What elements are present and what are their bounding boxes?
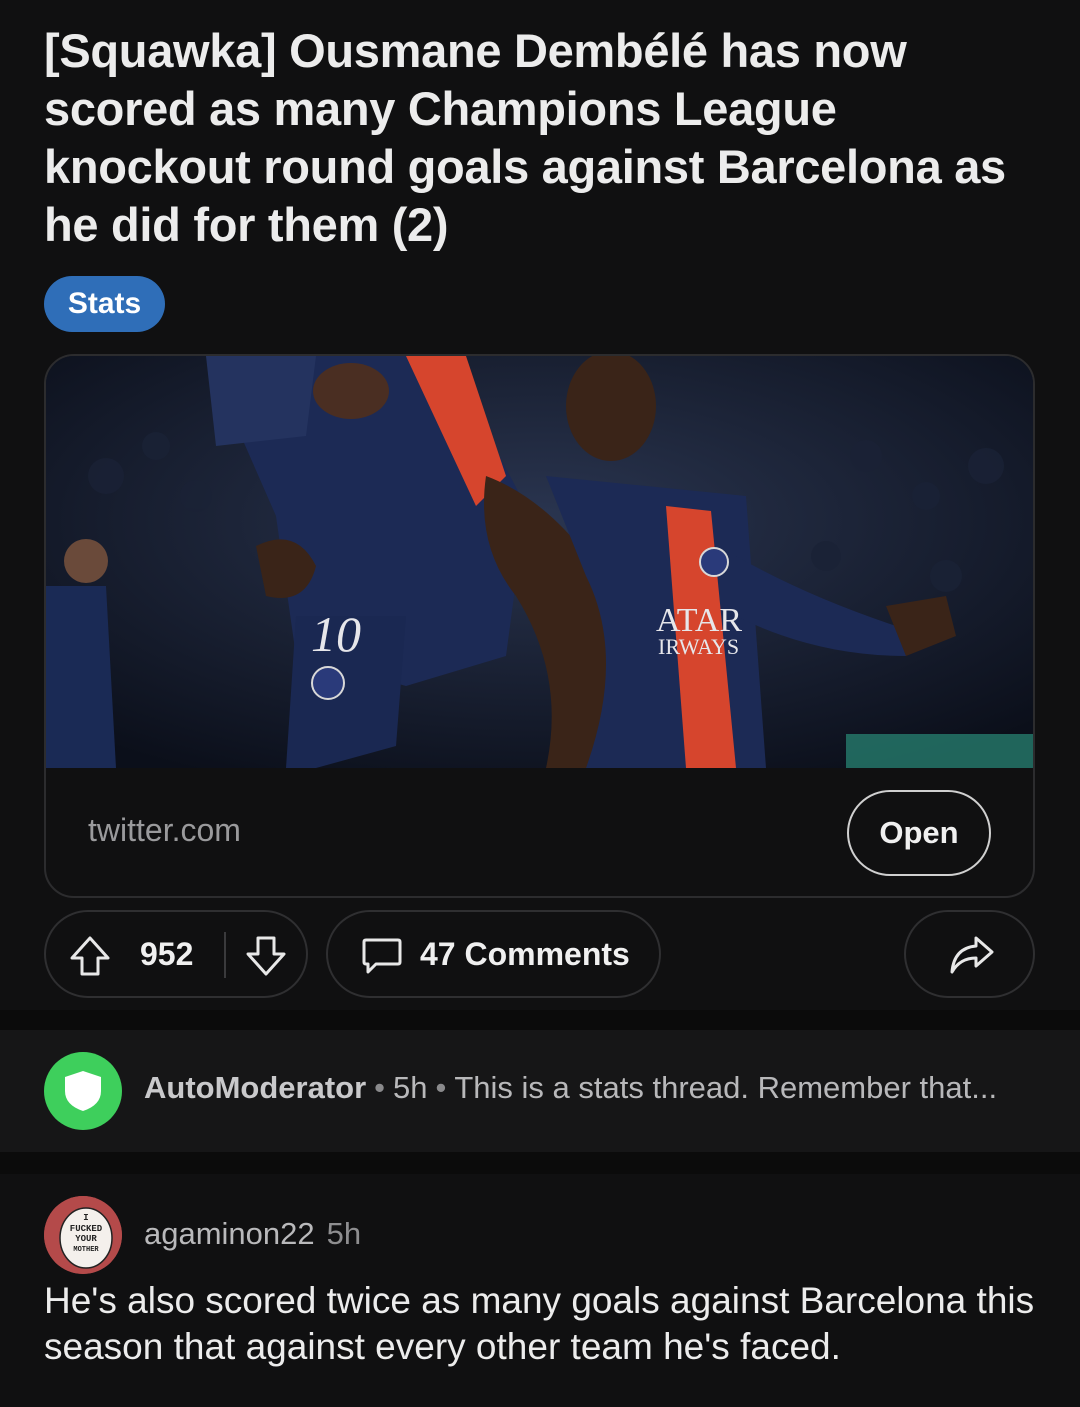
automod-preview: This is a stats thread. Remember that... — [454, 1070, 998, 1105]
section-divider — [0, 1152, 1080, 1174]
post-container: [Squawka] Ousmane Dembélé has now scored… — [0, 0, 1080, 1030]
post-title[interactable]: [Squawka] Ousmane Dembélé has now scored… — [44, 22, 1044, 254]
automod-time: 5h — [393, 1070, 428, 1105]
avatar-artwork: I FUCKED YOUR MOTHER — [44, 1196, 122, 1274]
post-actions-bar: 952 47 Comments — [0, 910, 1080, 998]
link-card-footer: twitter.com Open — [46, 768, 1033, 896]
user-avatar[interactable]: I FUCKED YOUR MOTHER — [44, 1196, 122, 1274]
comment-bubble-icon — [360, 934, 404, 983]
meta-separator: • — [435, 1070, 447, 1105]
avatar-text-3: YOUR — [75, 1234, 97, 1244]
vote-score: 952 — [140, 936, 194, 972]
upvote-icon[interactable] — [68, 934, 112, 983]
comments-count-label: 47 Comments — [420, 936, 630, 972]
post-flair[interactable]: Stats — [44, 276, 165, 332]
vote-control: 952 — [44, 910, 308, 998]
link-domain: twitter.com — [88, 812, 241, 848]
share-button[interactable] — [904, 910, 1035, 998]
share-icon — [948, 932, 996, 983]
comment-item: I FUCKED YOUR MOTHER agaminon22 5h He's a… — [0, 1174, 1080, 1407]
automod-author[interactable]: AutoModerator — [144, 1070, 366, 1105]
open-link-button[interactable]: Open — [847, 790, 991, 876]
avatar-text-1: I — [83, 1213, 88, 1223]
avatar-text-4: MOTHER — [73, 1246, 99, 1254]
shirt-number: 10 — [311, 606, 361, 662]
section-divider — [0, 1010, 1080, 1030]
comment-body: He's also scored twice as many goals aga… — [44, 1280, 1035, 1367]
automod-comment-collapsed[interactable]: AutoModerator • 5h • This is a stats thread.… — [0, 1030, 1080, 1152]
downvote-icon[interactable] — [244, 934, 288, 983]
comments-button[interactable]: 47 Comments — [326, 910, 661, 998]
comment-time: 5h — [326, 1216, 362, 1251]
meta-separator: • — [374, 1070, 386, 1105]
link-card[interactable]: 10 ATAR IRWAYS twitter.com Open — [44, 354, 1035, 898]
sponsor-line-2: IRWAYS — [658, 634, 739, 659]
player-celebration-image: 10 ATAR IRWAYS — [46, 356, 1033, 768]
comment-meta: agaminon22 5h — [144, 1216, 361, 1252]
comment-author[interactable]: agaminon22 — [144, 1216, 315, 1251]
automod-line: AutoModerator • 5h • This is a stats thread.… — [144, 1070, 997, 1106]
avatar-text-2: FUCKED — [70, 1224, 103, 1234]
automod-avatar[interactable] — [44, 1052, 122, 1130]
link-thumbnail[interactable]: 10 ATAR IRWAYS — [46, 356, 1033, 768]
vote-divider — [224, 932, 226, 978]
shield-icon — [65, 1071, 101, 1111]
